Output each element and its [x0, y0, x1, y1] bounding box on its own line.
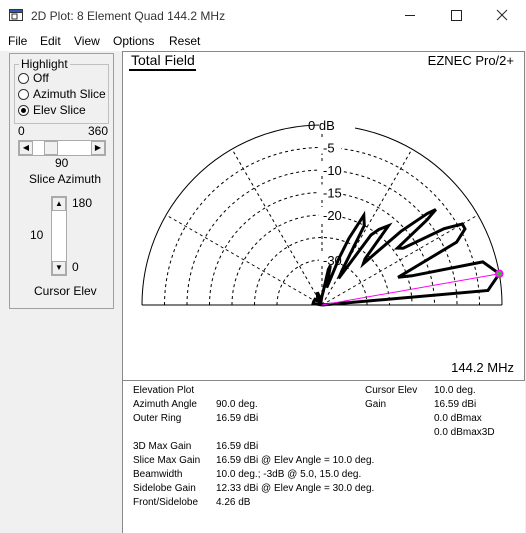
window-title: 2D Plot: 8 Element Quad 144.2 MHz: [31, 9, 226, 23]
ring-label: -20: [323, 208, 342, 223]
highlight-group: Highlight Off Azimuth Slice Elev Slice: [14, 57, 109, 124]
menu-edit[interactable]: Edit: [40, 34, 61, 48]
scroll-left-button[interactable]: ◀: [19, 141, 33, 155]
radio-off[interactable]: [18, 73, 29, 84]
scroll-up-button[interactable]: ▲: [52, 197, 66, 211]
ring-label: -5: [323, 141, 335, 156]
plot-brand: EZNEC Pro/2+: [428, 53, 514, 68]
info-panel: Elevation Plot Azimuth Angle 90.0 deg. O…: [122, 381, 525, 533]
gain-value: 16.59 dBi: [434, 399, 477, 410]
ring-label: -15: [323, 186, 342, 201]
azimuth-angle-label: Azimuth Angle: [133, 399, 197, 410]
menu-options[interactable]: Options: [113, 34, 154, 48]
ring-label: 0 dB: [308, 118, 335, 133]
outer-ring-value: 16.59 dBi: [216, 413, 259, 424]
control-panel: Highlight Off Azimuth Slice Elev Slice 0…: [9, 53, 114, 309]
slice-azimuth-thumb[interactable]: [44, 141, 58, 155]
cursor-elev-caption: Cursor Elev: [34, 284, 97, 298]
radio-azimuth[interactable]: [18, 89, 29, 100]
menu-file[interactable]: File: [8, 34, 27, 48]
menu-view[interactable]: View: [74, 34, 100, 48]
dbmax-value: 0.0 dBmax: [434, 413, 482, 424]
gain-label: Gain: [365, 399, 387, 410]
polar-spoke: [165, 214, 323, 306]
slice-max-label: Slice Max Gain: [133, 455, 201, 466]
elev-value-label: 10: [30, 228, 44, 242]
cursor-elev-scrollbar[interactable]: ▲ ▼: [51, 196, 67, 276]
minimize-button[interactable]: [387, 0, 433, 31]
sidelobe-value: 12.33 dBi @ Elev Angle = 30.0 deg.: [216, 483, 375, 494]
outer-ring-label: Outer Ring: [133, 413, 182, 424]
plot-frequency: 144.2 MHz: [451, 360, 514, 375]
sidelobe-label: Sidelobe Gain: [133, 483, 196, 494]
scroll-right-button[interactable]: ▶: [91, 141, 105, 155]
azimuth-max-label: 360: [88, 124, 109, 138]
azimuth-angle-value: 90.0 deg.: [216, 399, 258, 410]
cursor-elev-info-label: Cursor Elev: [365, 385, 418, 396]
plot-header: Total Field: [131, 52, 195, 68]
dbmax3d-value: 0.0 dBmax3D: [434, 427, 495, 438]
cursor-marker: [495, 269, 504, 278]
slice-azimuth-scrollbar[interactable]: ◀ ▶: [18, 140, 106, 156]
cursor-elev-info-value: 10.0 deg.: [434, 385, 476, 396]
elev-top-label: 180: [72, 196, 93, 210]
polar-chart: 0 dB-5-10-15-20-30 Total Field EZNEC Pro…: [129, 52, 514, 375]
scroll-down-button[interactable]: ▼: [52, 261, 66, 275]
polar-plot-area: 0 dB -5 -10 -15 -20 -30 Total Field EZNEC Pro…: [122, 51, 525, 381]
minimize-icon: [405, 15, 415, 16]
elev-bottom-label: 0: [72, 260, 79, 274]
radio-off-label: Off: [33, 71, 49, 85]
azimuth-min-label: 0: [18, 124, 25, 138]
ring-label: -10: [323, 163, 342, 178]
polar-spoke: [231, 148, 323, 306]
radio-azimuth-label: Azimuth Slice: [33, 87, 106, 101]
beamwidth-label: Beamwidth: [133, 469, 183, 480]
beamwidth-value: 10.0 deg.; -3dB @ 5.0, 15.0 deg.: [216, 469, 362, 480]
slice-azimuth-caption: Slice Azimuth: [29, 172, 102, 186]
menu-bar: File Edit View Options Reset: [0, 31, 526, 51]
maximize-button[interactable]: [433, 0, 479, 31]
close-button[interactable]: [479, 0, 525, 31]
maximize-icon: [451, 10, 462, 21]
front-side-label: Front/Sidelobe: [133, 497, 199, 508]
front-side-value: 4.26 dB: [216, 497, 251, 508]
azimuth-value-label: 90: [55, 156, 69, 170]
max-gain-label: 3D Max Gain: [133, 441, 192, 452]
close-icon: [496, 9, 508, 21]
title-bar: 2D Plot: 8 Element Quad 144.2 MHz: [0, 0, 526, 31]
radio-elev[interactable]: [18, 105, 29, 116]
menu-reset[interactable]: Reset: [169, 34, 200, 48]
radio-elev-label: Elev Slice: [33, 103, 86, 117]
plot-type-label: Elevation Plot: [133, 385, 195, 396]
highlight-group-title: Highlight: [19, 57, 70, 71]
radiation-pattern-line: [311, 208, 502, 307]
plot-window-icon: [9, 9, 23, 21]
max-gain-value: 16.59 dBi: [216, 441, 259, 452]
slice-max-value: 16.59 dBi @ Elev Angle = 10.0 deg.: [216, 455, 375, 466]
